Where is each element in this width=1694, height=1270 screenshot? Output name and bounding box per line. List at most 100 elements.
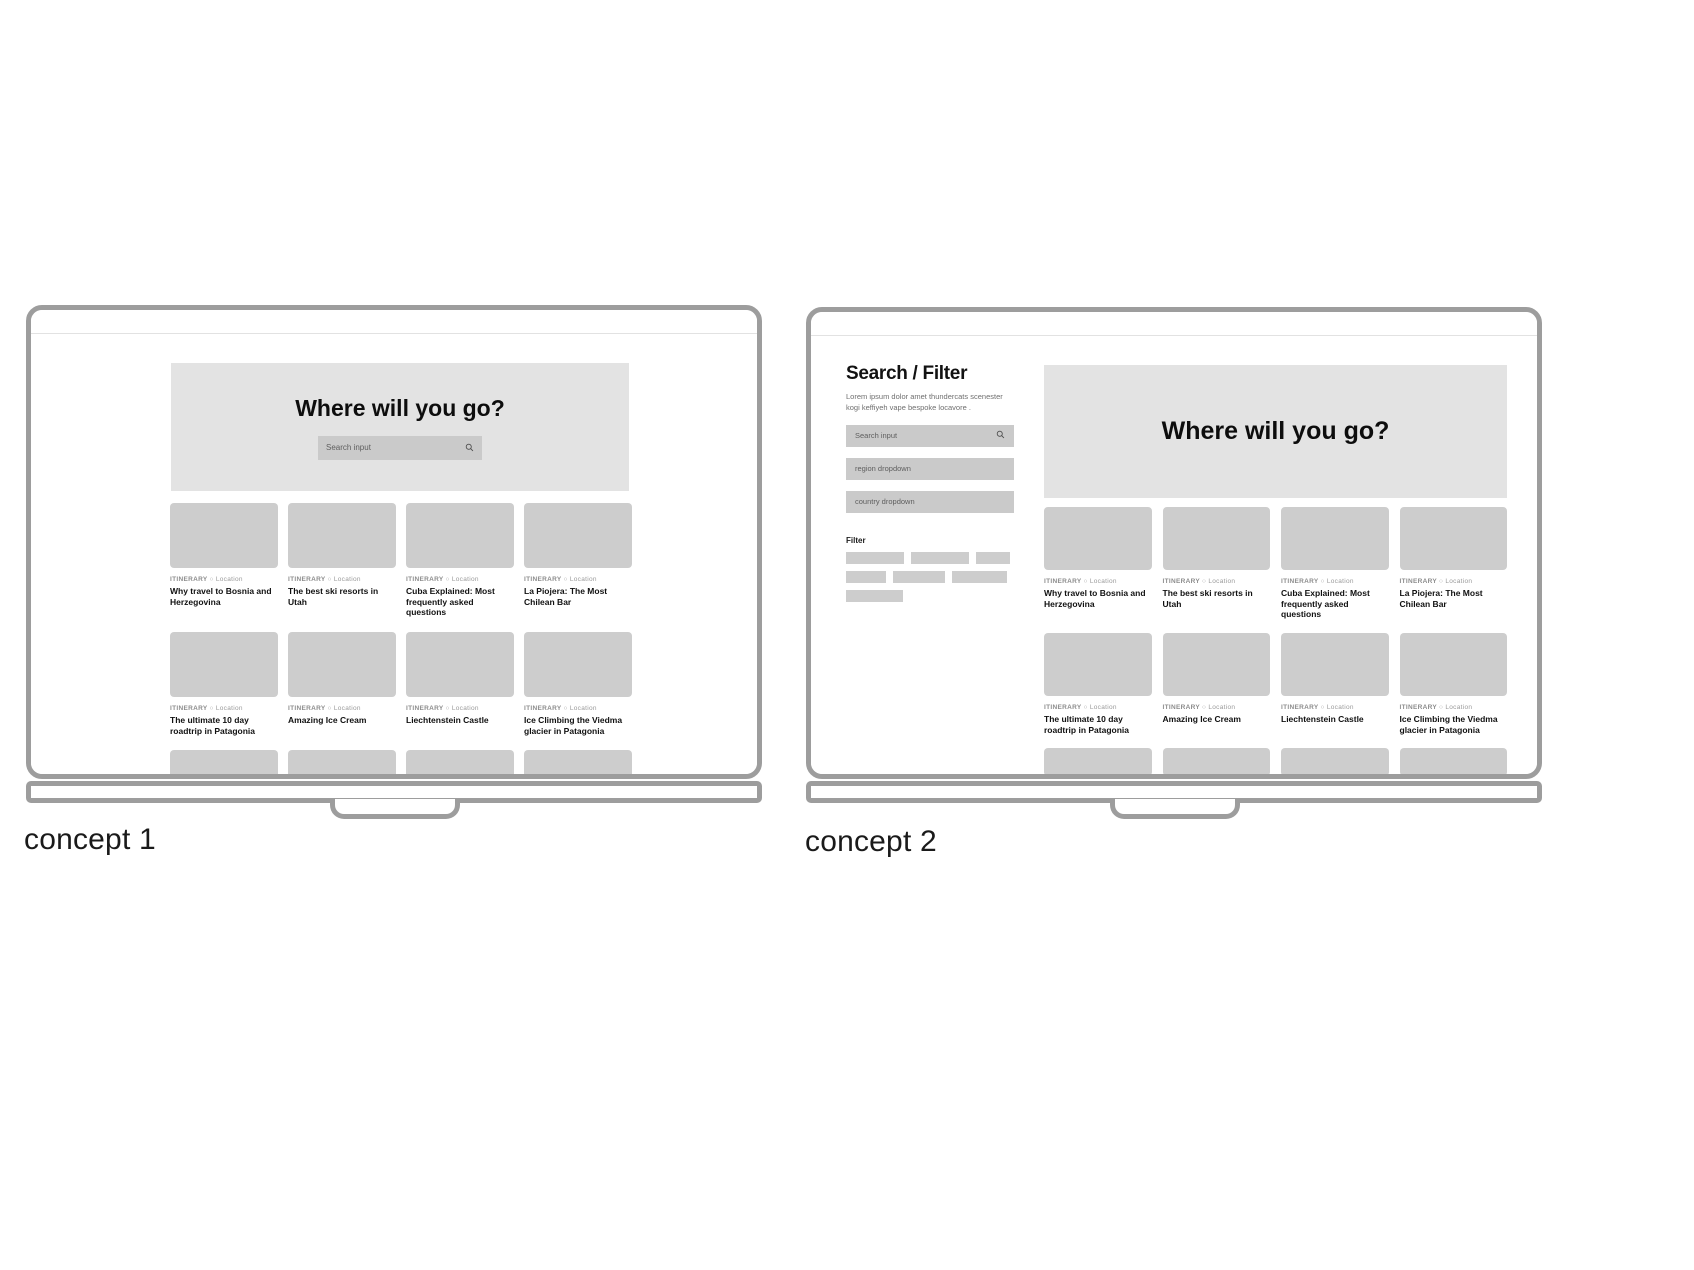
card-title: La Piojera: The Most Chilean Bar [1399,588,1483,609]
card-title: Amazing Ice Cream [288,714,367,725]
card[interactable]: ITINERARY ○ Location Liechtenstein Castl… [406,631,514,736]
grid-row-spacer [1044,620,1507,633]
card[interactable]: ITINERARY ○ Location Ice Climbing the Vi… [524,631,632,736]
card-title: The best ski resorts in Utah [1162,588,1253,609]
card-grid-concept-2: ITINERARY ○ Location Why travel to Bosni… [1044,507,1507,774]
card-thumbnail [170,631,278,697]
card[interactable]: ITINERARY ○ Location The best ski resort… [288,503,396,618]
card-thumbnail-partial[interactable] [1162,748,1270,774]
card-thumbnail [1399,632,1507,696]
card-thumbnail [1399,507,1507,570]
region-dropdown[interactable]: region dropdown [846,457,1014,480]
card-thumbnail [1162,507,1270,570]
card[interactable]: ITINERARY ○ Location Why travel to Bosni… [170,503,278,618]
filter-chip[interactable] [846,570,886,583]
grid-row-spacer [170,618,632,632]
screen-concept-2: Search / Filter Lorem ipsum dolor amet t… [811,337,1537,774]
card-thumbnail [288,631,396,697]
card-eyebrow: ITINERARY ○ Location [406,576,479,583]
browser-chrome-bar [31,310,757,334]
search-placeholder: Search input [855,431,898,441]
card-thumbnail [170,503,278,568]
sidebar-search-input[interactable]: Search input [846,424,1014,447]
card[interactable]: ITINERARY ○ Location Cuba Explained: Mos… [1281,507,1389,620]
card-eyebrow: ITINERARY ○ Location [1044,703,1117,711]
card-title: Ice Climbing the Viedma glacier in Patag… [524,714,623,736]
card-thumbnail [1281,632,1389,696]
grid-row-spacer [170,736,632,750]
card-eyebrow: ITINERARY ○ Location [170,576,243,583]
screen-concept-1: Where will you go? Search input ITINERAR… [31,335,757,774]
card-thumbnail [1162,632,1270,696]
card-title: La Piojera: The Most Chilean Bar [524,586,608,607]
card[interactable]: ITINERARY ○ Location Cuba Explained: Mos… [406,503,514,618]
laptop-foot-notch [1110,799,1240,819]
card-eyebrow: ITINERARY ○ Location [1162,703,1236,711]
card[interactable]: ITINERARY ○ Location La Piojera: The Mos… [1399,507,1507,620]
card[interactable]: ITINERARY ○ Location Amazing Ice Cream [1162,632,1270,735]
laptop-foot-notch [330,799,460,819]
laptop-lid: Where will you go? Search input ITINERAR… [26,305,762,779]
browser-chrome-bar [811,312,1537,336]
grid-row-spacer [1044,735,1507,748]
card-eyebrow: ITINERARY ○ Location [1399,578,1473,585]
card-thumbnail [1044,507,1152,570]
card-thumbnail-partial[interactable] [1044,748,1152,774]
hero-section: Where will you go? [1044,365,1507,498]
card-eyebrow: ITINERARY ○ Location [1162,578,1236,585]
search-filter-sidebar: Search / Filter Lorem ipsum dolor amet t… [846,363,1014,602]
laptop-lid: Search / Filter Lorem ipsum dolor amet t… [806,307,1542,779]
card-eyebrow: ITINERARY ○ Location [1281,703,1354,711]
mockup-canvas: Where will you go? Search input ITINERAR… [0,0,1694,1270]
filter-chip[interactable] [976,551,1010,564]
card-eyebrow: ITINERARY ○ Location [288,704,361,712]
card-eyebrow: ITINERARY ○ Location [524,704,597,712]
magnifier-icon[interactable] [996,430,1005,441]
card-eyebrow: ITINERARY ○ Location [1044,578,1117,585]
filter-chip[interactable] [952,570,1007,583]
caption-concept-1: concept 1 [24,823,156,856]
filter-chip[interactable] [893,570,945,583]
hero-section: Where will you go? Search input [171,363,629,491]
card-title: Why travel to Bosnia and Herzegovina [170,586,272,607]
card-thumbnail-partial[interactable] [1399,748,1507,774]
card[interactable]: ITINERARY ○ Location The ultimate 10 day… [1044,632,1152,735]
card[interactable]: ITINERARY ○ Location Why travel to Bosni… [1044,507,1152,620]
card-thumbnail-partial[interactable] [406,750,514,774]
filter-chip-row [846,570,1014,583]
card-thumbnail [524,631,632,697]
card-thumbnail [406,631,514,697]
card-eyebrow: ITINERARY ○ Location [1399,703,1473,711]
card-title: The best ski resorts in Utah [288,586,379,607]
card-grid-concept-1: ITINERARY ○ Location Why travel to Bosni… [170,503,632,774]
card[interactable]: ITINERARY ○ Location La Piojera: The Mos… [524,503,632,618]
country-dropdown[interactable]: country dropdown [846,490,1014,513]
card[interactable]: ITINERARY ○ Location Ice Climbing the Vi… [1399,632,1507,735]
card-thumbnail-partial[interactable] [170,750,278,774]
card-thumbnail [288,503,396,568]
card-thumbnail [1044,632,1152,696]
laptop-mockup-concept-1: Where will you go? Search input ITINERAR… [26,305,762,779]
card-thumbnail [524,503,632,568]
card-eyebrow: ITINERARY ○ Location [288,576,361,583]
card-thumbnail-partial[interactable] [524,750,632,774]
card-eyebrow: ITINERARY ○ Location [524,576,597,583]
sidebar-subtitle: Lorem ipsum dolor amet thundercats scene… [846,392,1003,412]
filter-chip[interactable] [911,551,969,564]
card[interactable]: ITINERARY ○ Location Liechtenstein Castl… [1281,632,1389,735]
hero-search-input[interactable]: Search input [318,435,482,460]
card[interactable]: ITINERARY ○ Location The best ski resort… [1162,507,1270,620]
card-title: Cuba Explained: Most frequently asked qu… [406,586,495,618]
card[interactable]: ITINERARY ○ Location Amazing Ice Cream [288,631,396,736]
filter-chip[interactable] [846,551,904,564]
filter-chip[interactable] [846,589,903,602]
filter-section-label: Filter [846,535,866,545]
card-title: Liechtenstein Castle [1281,713,1364,724]
search-placeholder: Search input [326,443,371,452]
card[interactable]: ITINERARY ○ Location The ultimate 10 day… [170,631,278,736]
card-thumbnail-partial[interactable] [288,750,396,774]
magnifier-icon[interactable] [465,439,474,457]
card-thumbnail-partial[interactable] [1281,748,1389,774]
hero-title: Where will you go? [295,394,505,421]
card-title: Cuba Explained: Most frequently asked qu… [1281,588,1370,620]
